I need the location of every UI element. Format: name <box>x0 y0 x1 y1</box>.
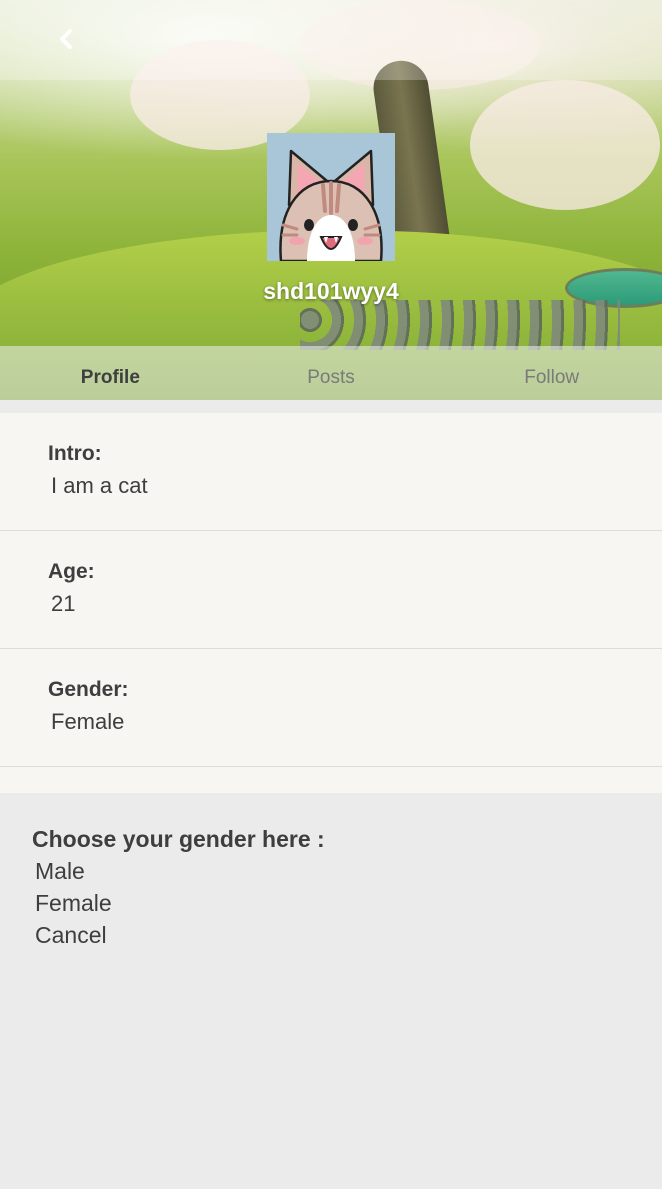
intro-value: I am a cat <box>51 473 148 498</box>
back-button[interactable] <box>50 22 84 56</box>
banner-rocks <box>300 300 620 350</box>
gender-option-male[interactable]: Male <box>35 858 85 885</box>
cat-avatar-icon <box>267 133 395 261</box>
age-label: Age: <box>48 560 95 583</box>
intro-label: Intro: <box>48 442 102 465</box>
username: shd101wyy4 <box>263 278 399 304</box>
tab-follow[interactable]: Follow <box>441 346 662 400</box>
gender-picker-title: Choose your gender here : <box>32 826 325 852</box>
gender-value: Female <box>51 709 125 734</box>
chevron-left-icon <box>60 29 72 49</box>
age-value: 21 <box>51 591 76 616</box>
avatar[interactable] <box>267 133 395 261</box>
gender-label: Gender: <box>48 678 129 701</box>
right-edge-strip <box>662 0 668 1189</box>
gender-field[interactable]: Gender: Female <box>0 649 662 767</box>
section-divider <box>0 400 662 413</box>
gender-option-female[interactable]: Female <box>35 890 112 917</box>
intro-field[interactable]: Intro: I am a cat <box>0 413 662 531</box>
profile-tabs: Profile Posts Follow <box>0 346 662 400</box>
profile-header-banner: shd101wyy4 Profile Posts Follow <box>0 0 662 400</box>
top-bar <box>0 0 662 80</box>
tab-posts[interactable]: Posts <box>221 346 442 400</box>
gender-picker-cancel[interactable]: Cancel <box>35 922 107 949</box>
age-field[interactable]: Age: 21 <box>0 531 662 649</box>
banner-blossom <box>470 80 660 210</box>
gender-picker-sheet: Choose your gender here : Male Female Ca… <box>0 793 662 1189</box>
profile-details: Intro: I am a cat Age: 21 Gender: Female <box>0 413 662 793</box>
tab-profile[interactable]: Profile <box>0 346 221 400</box>
